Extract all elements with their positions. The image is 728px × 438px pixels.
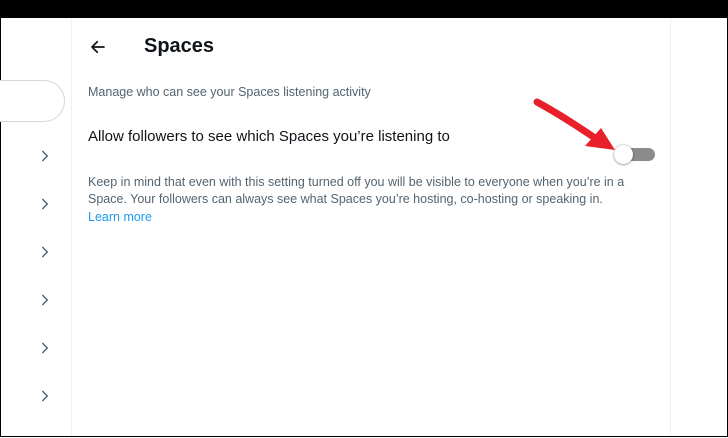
chevron-right-icon[interactable] — [37, 388, 53, 404]
chevron-right-icon[interactable] — [37, 244, 53, 260]
column-divider — [670, 18, 671, 436]
settings-nav-column — [0, 18, 72, 436]
app-window: Spaces Manage who can see your Spaces li… — [0, 18, 728, 437]
setting-description: Keep in mind that even with this setting… — [88, 175, 625, 206]
chevron-right-icon[interactable] — [37, 292, 53, 308]
back-button[interactable] — [87, 36, 109, 58]
arrow-left-icon — [91, 40, 105, 54]
chevron-right-icon[interactable] — [37, 148, 53, 164]
chevron-right-icon[interactable] — [37, 196, 53, 212]
chevron-right-icon[interactable] — [37, 340, 53, 356]
search-settings-input[interactable] — [0, 80, 65, 122]
listening-visibility-label[interactable]: Allow followers to see which Spaces you’… — [88, 128, 450, 146]
top-bar — [0, 0, 728, 18]
red-arrow-icon — [533, 98, 615, 150]
learn-more-link[interactable]: Learn more — [88, 209, 152, 226]
page-title: Spaces — [144, 35, 215, 57]
page-subtitle: Manage who can see your Spaces listening… — [88, 85, 371, 99]
